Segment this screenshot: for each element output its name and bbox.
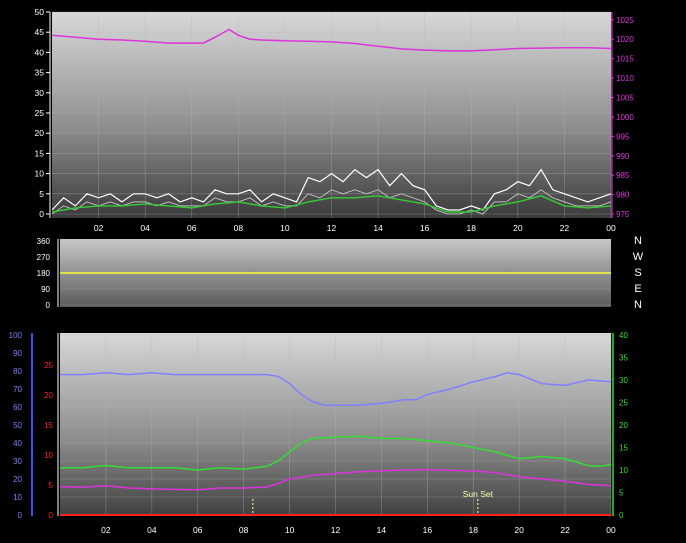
pressure-y-tick: 995 <box>616 132 630 141</box>
wind-x-tick: 08 <box>234 223 244 233</box>
temperature-y-tick: 35 <box>619 354 628 363</box>
humidity-y-tick: 0 <box>18 511 23 520</box>
climate-x-tick: 20 <box>514 525 524 535</box>
wind-x-tick: 00 <box>606 223 616 233</box>
climate-x-tick: 08 <box>239 525 249 535</box>
wind-y-tick: 5 <box>39 189 44 199</box>
climate-x-tick: 14 <box>377 525 387 535</box>
temperature-y-tick: 10 <box>619 466 628 475</box>
humidity-y-tick: 100 <box>9 331 23 340</box>
climate-x-tick: 02 <box>101 525 111 535</box>
temperature-y-tick: 20 <box>619 421 628 430</box>
wind-y-tick: 35 <box>35 68 45 78</box>
climate-x-tick: 00 <box>606 525 616 535</box>
climate-x-tick: 10 <box>285 525 295 535</box>
compass-letter: S <box>634 267 641 279</box>
dewpoint-label: Punto rocío <box>573 316 629 328</box>
wind-y-tick: 30 <box>35 88 45 98</box>
compass-letter: N <box>634 299 642 311</box>
temperature-y-tick: 0 <box>619 511 624 520</box>
rain-y-tick: 0 <box>49 511 54 520</box>
humidity-y-tick: 30 <box>13 457 22 466</box>
humidity-y-tick: 90 <box>13 349 22 358</box>
wind-x-tick: 14 <box>373 223 383 233</box>
temperature-y-tick: 25 <box>619 399 628 408</box>
wind-y-tick: 25 <box>35 108 45 118</box>
wind-y-tick: 20 <box>35 128 45 138</box>
pressure-y-tick: 1000 <box>616 113 634 122</box>
pressure-y-tick: 1015 <box>616 55 634 64</box>
temperature-y-tick: 40 <box>619 331 628 340</box>
temperature-y-tick: 15 <box>619 444 628 453</box>
sunset-label: Sun Set <box>463 489 494 499</box>
rain-y-tick: 10 <box>44 451 53 460</box>
rain-label: Lluvia <box>2 316 32 328</box>
pressure-y-tick: 975 <box>616 210 630 219</box>
direction-y-tick: 180 <box>37 269 51 278</box>
wind-x-tick: 16 <box>420 223 430 233</box>
wind-x-tick: 20 <box>513 223 523 233</box>
climate-x-tick: 18 <box>469 525 479 535</box>
direction-axes: 0 90 180 270 360 <box>37 237 59 310</box>
wind-x-tick: 10 <box>280 223 290 233</box>
humidity-y-tick: 60 <box>13 403 22 412</box>
pressure-label: Presión <box>539 0 576 12</box>
wind-y-tick: 40 <box>35 47 45 57</box>
wind-y-tick: 0 <box>39 209 44 219</box>
climate-x-tick: 04 <box>147 525 157 535</box>
direction-y-tick: 0 <box>46 301 51 310</box>
rain-y-tick: 15 <box>44 421 53 430</box>
humidity-y-tick: 70 <box>13 385 22 394</box>
chart-title: 24 hour graph day : 21 Enero 2025 <box>250 0 421 12</box>
wind-x-tick: 22 <box>560 223 570 233</box>
compass-letter: N <box>634 235 642 247</box>
climate-x-tick: 22 <box>560 525 570 535</box>
pressure-y-tick: 1005 <box>616 94 634 103</box>
wind-label: Velocidad viento <box>2 0 82 12</box>
pressure-y-tick: 990 <box>616 152 630 161</box>
compass-labels: NWSEN <box>633 235 644 311</box>
pressure-y-tick: 1020 <box>616 35 634 44</box>
rain-y-tick: 5 <box>49 481 54 490</box>
direction-y-tick: 270 <box>37 253 51 262</box>
wind-y-tick: 45 <box>35 27 45 37</box>
wind-x-tick: 02 <box>94 223 104 233</box>
climate-x-tick: 12 <box>331 525 341 535</box>
temperature-label: Temperatura <box>454 316 517 328</box>
direction-y-tick: 360 <box>37 237 51 246</box>
wind-y-tick: 15 <box>35 148 45 158</box>
pressure-y-tick: 1025 <box>616 16 634 25</box>
wind-x-tick: 04 <box>140 223 150 233</box>
climate-x-tick: 16 <box>423 525 433 535</box>
wind-x-tick: 06 <box>187 223 197 233</box>
wind-x-tick: 12 <box>327 223 337 233</box>
humidity-y-tick: 40 <box>13 439 22 448</box>
humidity-label: Humedad <box>96 316 144 328</box>
pressure-y-tick: 980 <box>616 191 630 200</box>
wind-y-tick: 10 <box>35 169 45 179</box>
temperature-y-tick: 5 <box>619 489 624 498</box>
humidity-y-tick: 50 <box>13 421 22 430</box>
wind-x-tick: 18 <box>467 223 477 233</box>
rain-y-tick: 20 <box>44 391 53 400</box>
rain-y-tick: 25 <box>44 361 53 370</box>
climate-x-tick: 06 <box>193 525 203 535</box>
pressure-y-tick: 985 <box>616 171 630 180</box>
direction-y-tick: 90 <box>41 285 50 294</box>
compass-letter: W <box>633 251 644 263</box>
humidity-y-tick: 20 <box>13 475 22 484</box>
weather-graph: 0510152025303540455097598098599099510001… <box>2 0 644 535</box>
pressure-y-tick: 1010 <box>616 74 634 83</box>
temperature-y-tick: 30 <box>619 376 628 385</box>
compass-letter: E <box>634 283 641 295</box>
humidity-y-tick: 80 <box>13 367 22 376</box>
humidity-y-tick: 10 <box>13 493 22 502</box>
